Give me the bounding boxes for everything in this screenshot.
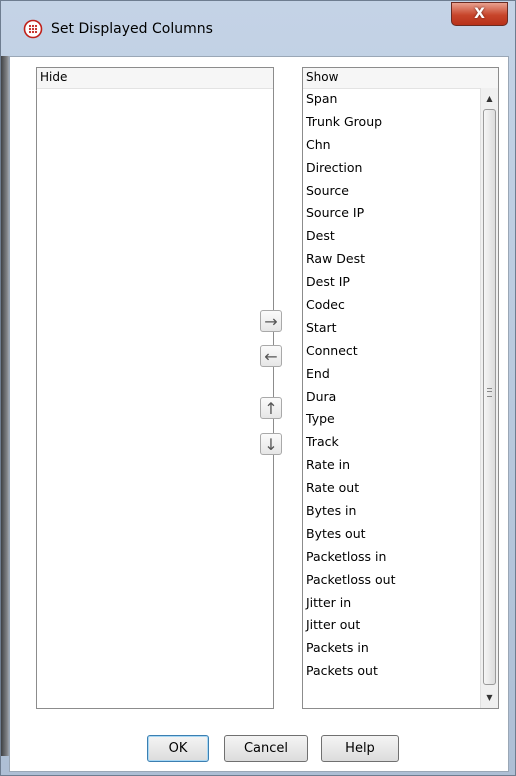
list-item[interactable]: Packetloss out <box>303 569 479 592</box>
list-item[interactable]: Type <box>303 408 479 431</box>
move-to-hide-button[interactable]: ← <box>260 345 282 367</box>
show-list-scrollbar[interactable]: ▲ ▼ <box>480 88 498 708</box>
show-list-header: Show <box>303 68 498 89</box>
arrow-down-icon: ↓ <box>264 434 278 454</box>
list-item[interactable]: End <box>303 363 479 386</box>
list-item[interactable]: Jitter out <box>303 614 479 637</box>
list-item[interactable]: Packets out <box>303 660 479 683</box>
window-title: Set Displayed Columns <box>51 21 213 37</box>
arrow-up-icon: ↑ <box>264 398 278 418</box>
help-button[interactable]: Help <box>321 735 399 762</box>
title-bar[interactable]: Set Displayed Columns X <box>1 1 516 56</box>
arrow-left-icon: ← <box>264 346 278 366</box>
list-item[interactable]: Bytes in <box>303 500 479 523</box>
list-item[interactable]: Source IP <box>303 202 479 225</box>
list-item[interactable]: Trunk Group <box>303 111 479 134</box>
hide-list-header: Hide <box>37 68 273 89</box>
list-item[interactable]: Jitter in <box>303 592 479 615</box>
move-down-button[interactable]: ↓ <box>260 433 282 455</box>
scroll-down-icon[interactable]: ▼ <box>481 689 498 706</box>
ok-button[interactable]: OK <box>147 735 209 762</box>
list-item[interactable]: Track <box>303 431 479 454</box>
list-item[interactable]: Dura <box>303 386 479 409</box>
show-list[interactable]: Show Span Trunk Group Chn Direction Sour… <box>302 67 499 709</box>
list-item[interactable]: Dest <box>303 225 479 248</box>
scroll-up-icon[interactable]: ▲ <box>481 90 498 107</box>
list-item[interactable]: Packets in <box>303 637 479 660</box>
list-item[interactable]: Chn <box>303 134 479 157</box>
dialog-window: Set Displayed Columns X Hide → ← ↑ ↓ Sho… <box>0 0 516 776</box>
dialog-client-area: Hide → ← ↑ ↓ Show Span Trunk Group Chn D… <box>9 56 509 772</box>
arrow-right-icon: → <box>264 311 278 331</box>
list-item[interactable]: Span <box>303 88 479 111</box>
scrollbar-thumb[interactable] <box>483 109 496 685</box>
move-up-button[interactable]: ↑ <box>260 397 282 419</box>
list-item[interactable]: Connect <box>303 340 479 363</box>
thumb-grip-icon <box>487 388 492 397</box>
app-globe-icon <box>23 19 43 39</box>
cancel-button[interactable]: Cancel <box>224 735 308 762</box>
list-item[interactable]: Bytes out <box>303 523 479 546</box>
list-item[interactable]: Rate in <box>303 454 479 477</box>
hide-list[interactable]: Hide <box>36 67 274 709</box>
move-to-show-button[interactable]: → <box>260 310 282 332</box>
close-button[interactable]: X <box>451 2 508 26</box>
close-icon: X <box>474 6 485 22</box>
list-item[interactable]: Dest IP <box>303 271 479 294</box>
list-item[interactable]: Start <box>303 317 479 340</box>
list-item[interactable]: Source <box>303 180 479 203</box>
list-item[interactable]: Packetloss in <box>303 546 479 569</box>
list-item[interactable]: Rate out <box>303 477 479 500</box>
list-item[interactable]: Raw Dest <box>303 248 479 271</box>
show-list-items: Span Trunk Group Chn Direction Source So… <box>303 88 479 683</box>
list-item[interactable]: Direction <box>303 157 479 180</box>
list-item[interactable]: Codec <box>303 294 479 317</box>
